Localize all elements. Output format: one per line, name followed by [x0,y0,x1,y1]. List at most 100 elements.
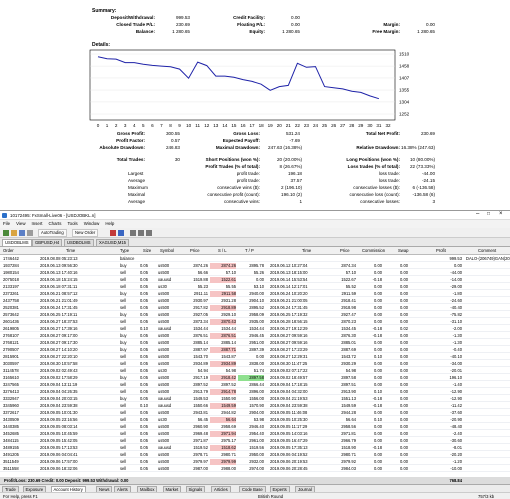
col-tp[interactable]: T / P [245,248,254,253]
maximize-icon[interactable]: □ [487,211,490,217]
table-row[interactable]: 3114578 2019.09.02 02:49:43 sell 0.05 us30 54… [0,367,510,374]
minimize-icon[interactable]: – [476,211,479,217]
table-row[interactable]: 2075018 2019.06.18 15:24:15 sell 0.05 xauusd… [0,276,510,283]
menu-window[interactable]: Window [81,220,103,228]
col-comment[interactable]: Comment [478,248,496,253]
new-chart-icon[interactable] [3,230,9,236]
table-row[interactable]: 2790507 2019.08.27 14:10:20 buy 0.05 us500 28… [0,346,510,353]
table-cell: 2075018 [3,276,19,282]
table-row[interactable]: 3030597 2019.08.30 10:57:58 sell 0.05 us500 2… [0,360,510,367]
table-row[interactable]: 3372617 2019.09.05 10:01:30 sell 0.05 us500 2… [0,409,510,416]
buy-icon[interactable] [110,230,116,236]
close-icon[interactable]: × [499,211,503,217]
table-row[interactable]: 2768107 2019.08.27 09:17:00 buy 0.05 us500 28… [0,332,510,339]
tab-chart-4[interactable]: XAGUSD,M15 [96,239,129,247]
table-row[interactable]: 2619805 2019.06.27 17:39:16 sell 0.10 xauusd… [0,325,510,332]
tab-chart-3[interactable]: USDBOLMS [64,239,94,247]
zoom-out-icon[interactable] [138,230,144,236]
col-close-price[interactable]: Price [340,248,350,253]
table-cell: 1570.90 [249,402,264,408]
table-row[interactable]: 2133197 2019.06.18 07:31:11 sell 0.05 us30 55… [0,283,510,290]
table-row[interactable]: 3276413 2019.09.04 04:26:35 sell 0.05 us500 2… [0,388,510,395]
table-row[interactable]: 3345960 2019.09.04 23:59:38 sell 0.10 xauusd… [0,402,510,409]
col-price[interactable]: Price [190,248,200,253]
gross-loss-value: 531.24 [285,131,300,136]
menu-insert[interactable]: Insert [29,220,46,228]
rel-dd-label: Relative Drawdown: [356,145,400,150]
table-row[interactable]: 3452685 2019.09.05 10:45:59 sell 0.05 us500 2… [0,430,510,437]
table-cell: 2895.52 [249,304,264,310]
col-time[interactable]: Time [66,248,75,253]
autotrading-button[interactable]: AutoTrading [38,229,67,237]
table-cell: 2876.30 [341,332,356,338]
table-row[interactable]: 1937284 2019.06.13 09:56:30 buy 0.05 us500 28… [0,262,510,269]
table-cell: 0.05 [140,283,148,289]
table-cell: 2019.06.25 17:19:32 [270,311,308,317]
table-cell: 2019.09.02 02:49:43 [40,367,78,373]
col-type[interactable]: Type [120,248,129,253]
table-row[interactable]: 3511558 2019.09.06 18:32:06 sell 0.05 us500 2… [0,465,510,472]
table-row[interactable]: 3491205 2019.09.06 04:04:41 sell 0.05 us500 2… [0,451,510,458]
table-row[interactable]: 1746442 2019.08.08 05:23:13 balance 999.53 D… [0,255,510,262]
col-sl[interactable]: S / L [218,248,227,253]
navigator-icon[interactable] [27,230,33,236]
expected-payoff-label: Expected Payoff: [222,138,260,143]
table-cell: buy [120,374,127,380]
table-row[interactable]: 3440385 2019.09.05 08:03:14 sell 0.05 us500 2… [0,423,510,430]
table-cell: 2930.29 [341,360,356,366]
table-cell: 2960.90 [193,423,208,429]
maximal-label: Maximal [128,192,146,197]
table-row[interactable]: 3484115 2019.09.05 15:42:05 sell 0.05 us500 2… [0,437,510,444]
table-row[interactable]: 2815901 2019.08.27 22:20:10 sell 0.05 us500 1… [0,353,510,360]
menu-view[interactable]: View [13,220,28,228]
tab-chart-1[interactable]: USDOBLMS [2,239,32,247]
table-row[interactable]: 2520381 2019.06.24 17:31:45 sell 0.05 us500 2… [0,304,510,311]
sell-icon[interactable] [118,230,124,236]
col-size[interactable]: Size [143,248,151,253]
max-dd-label: Maximal Drawdown: [215,145,260,150]
table-cell: 2019.09.05 17:35:13 [270,444,308,450]
table-cell: us500 [158,311,170,317]
tab-chart-2[interactable]: GBPUSD,H4 [32,239,63,247]
tile-icon[interactable] [146,230,152,236]
chart-xtick-label: 24 [313,123,319,128]
col-symbol[interactable]: Symbol [160,248,174,253]
col-profit[interactable]: Profit [436,248,446,253]
profiles-icon[interactable] [19,230,25,236]
table-row[interactable]: 3332947 2019.09.04 20:03:15 buy 0.05 xauusd 1… [0,395,510,402]
menu-help[interactable]: Help [102,220,117,228]
new-order-button[interactable]: New Order [72,229,99,237]
largest-loss-label: loss trade: [378,171,400,176]
table-row[interactable]: 2437758 2019.06.21 21:01:49 sell 0.05 us500 2… [0,297,510,304]
table-cell: -0.18 [372,276,382,282]
table-cell: 0.00 [400,360,408,366]
table-cell: sell [120,416,127,422]
menu-file[interactable]: File [0,220,13,228]
table-cell: -1.30 [452,332,462,338]
table-row[interactable]: 2601436 2019.06.27 18:37:53 sell 0.05 us500 2… [0,318,510,325]
table-row[interactable]: 3165610 2019.09.02 17:58:29 buy 0.05 us500 29… [0,374,510,381]
table-row[interactable]: 3430509 2019.09.05 23:16:56 sell 0.05 us30 56… [0,416,510,423]
col-commission[interactable]: Commission [362,248,385,253]
table-row[interactable]: 3511549 2019.09.06 17:57:00 sell 0.05 us500 2… [0,458,510,465]
menu-tools[interactable]: Tools [64,220,80,228]
zoom-in-icon[interactable] [130,230,136,236]
col-order[interactable]: Order [3,248,14,253]
table-row[interactable]: 2768121 2019.08.27 09:17:30 buy 0.05 us500 28… [0,339,510,346]
profit-factor-label: Profit Factor: [116,138,145,143]
table-row[interactable]: 2373261 2019.06.21 08:57:12 buy 0.05 us500 29… [0,290,510,297]
table-cell: 2019.09.02 07:17:22 [270,367,308,373]
table-cell: -0.18 [372,325,382,331]
table-cell: 2019.09.05 11:17:29 [270,423,308,429]
table-row[interactable]: 2573642 2019.06.25 17:19:11 buy 0.05 us500 29… [0,311,510,318]
table-cell: 2966.79 [341,437,356,443]
col-swap[interactable]: Swap [398,248,408,253]
menu-charts[interactable]: Charts [46,220,65,228]
table-cell: 2885.14 [221,339,236,345]
table-row[interactable]: 3247565 2019.09.04 13:11:19 sell 0.05 us500 2… [0,381,510,388]
table-cell: 1534.44 [221,325,236,331]
table-row[interactable]: 1980154 2019.06.13 17:40:16 sell 0.05 us500 5… [0,269,510,276]
table-row[interactable]: 3489155 2019.09.05 17:13:53 sell 0.05 xauusd… [0,444,510,451]
col-close-time[interactable]: Time [302,248,311,253]
open-icon[interactable] [11,230,17,236]
